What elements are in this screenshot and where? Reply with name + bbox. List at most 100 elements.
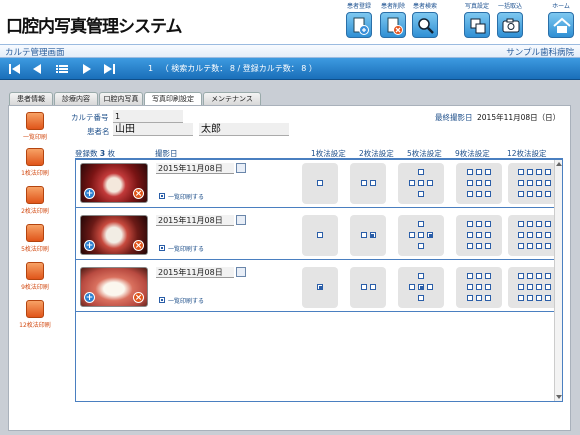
- calendar-icon[interactable]: [236, 267, 246, 277]
- slot-empty[interactable]: [485, 232, 491, 238]
- slot-empty[interactable]: [517, 180, 524, 186]
- delete-photo-icon[interactable]: ×: [133, 292, 144, 303]
- slot-empty[interactable]: [485, 180, 491, 186]
- delete-photo-icon[interactable]: ×: [133, 240, 144, 251]
- print-5-button[interactable]: 5枚法印刷: [15, 224, 55, 253]
- slot-empty[interactable]: [485, 243, 491, 249]
- print-12-button[interactable]: 12枚法印刷: [15, 300, 55, 329]
- calendar-icon[interactable]: [236, 215, 246, 225]
- tab-patient-info[interactable]: 患者情報: [9, 92, 53, 105]
- prev-icon[interactable]: [30, 62, 44, 76]
- slot-empty[interactable]: [526, 169, 533, 175]
- slot-empty[interactable]: [517, 232, 524, 238]
- slot-empty[interactable]: [485, 273, 491, 279]
- slot-empty[interactable]: [467, 273, 473, 279]
- slot-empty[interactable]: [467, 191, 473, 197]
- slot-empty[interactable]: [535, 169, 542, 175]
- layout-1-cell[interactable]: [302, 163, 338, 204]
- slot-empty[interactable]: [467, 180, 473, 186]
- slot-empty[interactable]: [467, 232, 473, 238]
- tab-oral-photos[interactable]: 口腔内写真: [99, 92, 143, 105]
- slot-empty[interactable]: [544, 221, 551, 227]
- slot-empty[interactable]: [476, 232, 482, 238]
- dental-photo-thumbnail[interactable]: + ×: [80, 215, 148, 255]
- slot-empty[interactable]: [535, 243, 542, 249]
- slot-empty[interactable]: [535, 284, 542, 290]
- slot-empty[interactable]: [485, 221, 491, 227]
- slot-empty[interactable]: [544, 191, 551, 197]
- layout-12-cell[interactable]: [508, 163, 560, 204]
- slot-empty[interactable]: [544, 232, 551, 238]
- slot-empty[interactable]: [517, 284, 524, 290]
- slot-empty[interactable]: [544, 169, 551, 175]
- layout-2-cell[interactable]: [350, 267, 386, 308]
- table-row[interactable]: + × 2015年11月08日 一覧印刷する: [76, 264, 562, 312]
- slot-empty[interactable]: [476, 221, 482, 227]
- list-print-checkbox[interactable]: [159, 193, 165, 199]
- slot-empty[interactable]: [485, 284, 491, 290]
- slot-empty[interactable]: [544, 243, 551, 249]
- slot-empty[interactable]: [467, 169, 473, 175]
- slot-empty[interactable]: [544, 295, 551, 301]
- slot-empty[interactable]: [517, 295, 524, 301]
- slot-empty[interactable]: [418, 180, 424, 186]
- layout-2-cell[interactable]: [350, 215, 386, 256]
- slot-empty[interactable]: [526, 284, 533, 290]
- slot-empty[interactable]: [517, 191, 524, 197]
- delete-photo-icon[interactable]: ×: [133, 188, 144, 199]
- slot-empty[interactable]: [535, 295, 542, 301]
- batch-import-button[interactable]: 一括取込: [495, 2, 525, 38]
- slot-empty[interactable]: [418, 169, 424, 175]
- slot-empty[interactable]: [409, 180, 415, 186]
- next-icon[interactable]: [80, 62, 94, 76]
- slot-empty[interactable]: [485, 295, 491, 301]
- slot-empty[interactable]: [485, 169, 491, 175]
- slot-empty[interactable]: [360, 180, 367, 186]
- slot-empty[interactable]: [317, 232, 323, 238]
- dental-photo-thumbnail[interactable]: + ×: [80, 267, 148, 307]
- slot-empty[interactable]: [418, 243, 424, 249]
- print-1-button[interactable]: 1枚法印刷: [15, 148, 55, 177]
- layout-2-cell[interactable]: [350, 163, 386, 204]
- slot-empty[interactable]: [467, 284, 473, 290]
- first-icon[interactable]: [8, 62, 22, 76]
- print-9-button[interactable]: 9枚法印刷: [15, 262, 55, 291]
- slot-empty[interactable]: [526, 232, 533, 238]
- patient-search-button[interactable]: 患者検索: [410, 2, 440, 38]
- slot-empty[interactable]: [427, 284, 433, 290]
- list-print-checkbox[interactable]: [159, 245, 165, 251]
- shot-date-field[interactable]: 2015年11月08日: [156, 163, 234, 174]
- slot-empty[interactable]: [360, 284, 367, 290]
- slot-empty[interactable]: [526, 243, 533, 249]
- patient-register-button[interactable]: 患者登録: [344, 2, 374, 38]
- layout-12-cell[interactable]: [508, 215, 560, 256]
- slot-empty[interactable]: [476, 273, 482, 279]
- slot-empty[interactable]: [517, 243, 524, 249]
- slot-empty[interactable]: [544, 273, 551, 279]
- slot-empty[interactable]: [418, 221, 424, 227]
- slot-empty[interactable]: [467, 243, 473, 249]
- dental-photo-thumbnail[interactable]: + ×: [80, 163, 148, 203]
- add-photo-icon[interactable]: +: [84, 240, 95, 251]
- shot-date-field[interactable]: 2015年11月08日: [156, 215, 234, 226]
- slot-empty[interactable]: [535, 221, 542, 227]
- slot-empty[interactable]: [526, 273, 533, 279]
- layout-5-cell[interactable]: [398, 163, 444, 204]
- shot-date-field[interactable]: 2015年11月08日: [156, 267, 234, 278]
- layout-1-cell[interactable]: [302, 215, 338, 256]
- slot-empty[interactable]: [535, 180, 542, 186]
- slot-empty[interactable]: [485, 191, 491, 197]
- layout-5-cell[interactable]: [398, 267, 444, 308]
- table-row[interactable]: + × 2015年11月08日 一覧印刷する: [76, 212, 562, 260]
- slot-empty[interactable]: [476, 191, 482, 197]
- slot-empty[interactable]: [467, 221, 473, 227]
- slot-empty[interactable]: [476, 169, 482, 175]
- layout-5-cell[interactable]: [398, 215, 444, 256]
- tab-maintenance[interactable]: メンテナンス: [203, 92, 261, 105]
- slot-empty[interactable]: [526, 221, 533, 227]
- scrollbar[interactable]: [554, 160, 562, 401]
- slot-selected[interactable]: [317, 284, 323, 290]
- slot-empty[interactable]: [535, 191, 542, 197]
- home-button[interactable]: ホーム: [546, 2, 576, 38]
- slot-empty[interactable]: [467, 295, 473, 301]
